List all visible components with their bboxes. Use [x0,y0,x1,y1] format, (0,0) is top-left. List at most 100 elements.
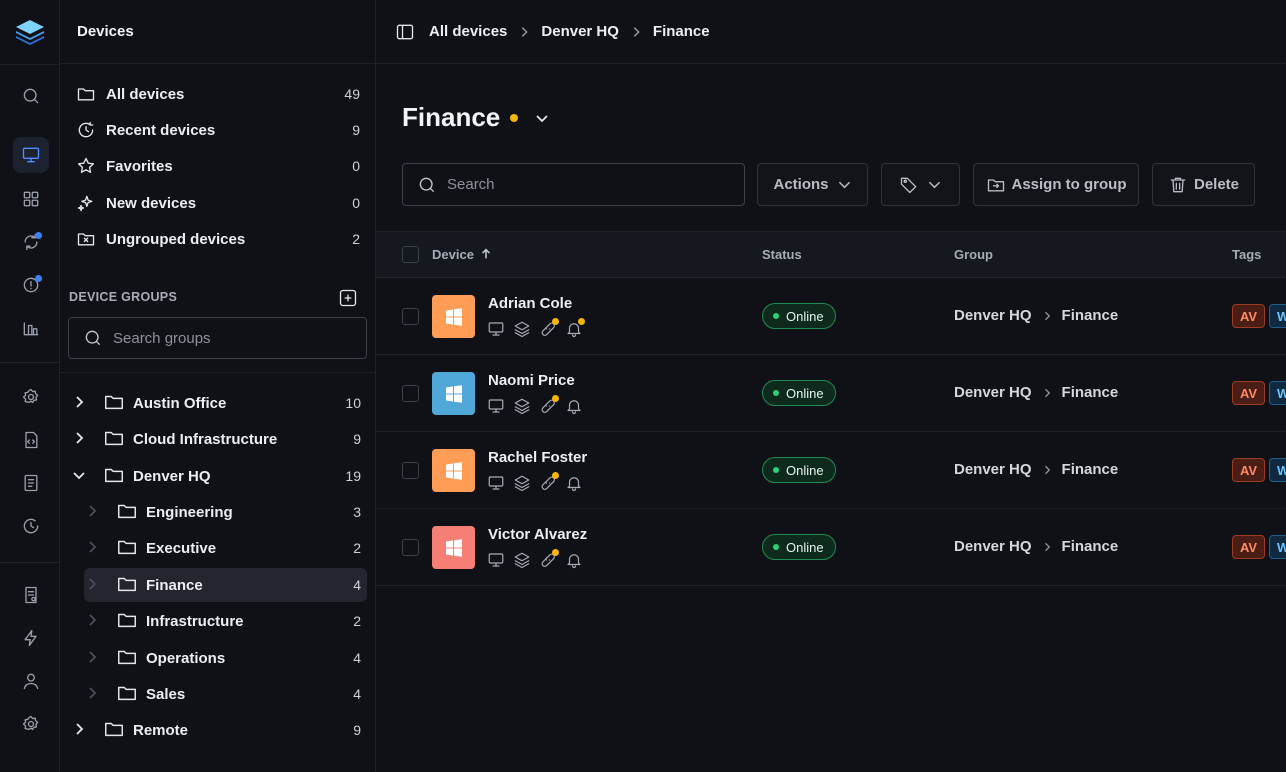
layers-icon [513,320,531,338]
report-icon[interactable] [13,577,49,613]
tag-badge[interactable]: AV [1232,381,1266,405]
column-tags[interactable]: Tags [1232,247,1261,262]
group-parent[interactable]: Denver HQ [954,384,1032,401]
actions-button[interactable]: Actions [757,163,868,206]
table-row[interactable]: Adrian Cole Online Denver HQ Finance AV … [376,278,1286,355]
group-child[interactable]: Finance [1062,461,1119,478]
settings-gear-icon[interactable] [13,379,49,415]
group-operations[interactable]: Operations 4 [84,641,361,675]
tag-badge[interactable]: AV [1232,458,1266,482]
chevron-right-icon[interactable] [84,539,100,558]
user-icon[interactable] [13,663,49,699]
tag-badge[interactable]: W [1269,458,1286,482]
bolt-icon[interactable] [13,620,49,656]
device-name[interactable]: Naomi Price [488,372,575,389]
group-cloud-infrastructure[interactable]: Cloud Infrastructure 9 [71,422,361,456]
add-group-button[interactable] [338,288,358,308]
grid-icon[interactable] [13,181,49,217]
group-count: 19 [345,468,361,484]
nav-ungrouped-devices[interactable]: Ungrouped devices 2 [76,224,360,254]
group-child[interactable]: Finance [1062,538,1119,555]
tag-badge[interactable]: AV [1232,304,1266,328]
tag-badge[interactable]: W [1269,535,1286,559]
sidebar-toggle-icon[interactable] [395,22,415,42]
group-sales[interactable]: Sales 4 [84,677,361,711]
row-checkbox[interactable] [402,539,419,556]
group-label: Operations [146,649,226,667]
folder-icon [116,682,138,707]
table-row[interactable]: Rachel Foster Online Denver HQ Finance A… [376,432,1286,509]
group-child[interactable]: Finance [1062,307,1119,324]
row-checkbox[interactable] [402,462,419,479]
group-engineering[interactable]: Engineering 3 [84,495,361,529]
device-name[interactable]: Rachel Foster [488,449,587,466]
nav-all-devices[interactable]: All devices 49 [76,79,360,109]
layers-icon [513,474,531,492]
recent-icon [78,121,94,138]
document-icon[interactable] [13,465,49,501]
layers-icon [513,551,531,569]
chevron-right-icon[interactable] [84,649,100,668]
chevron-right-icon[interactable] [84,685,100,704]
nav-recent-devices[interactable]: Recent devices 9 [76,115,360,145]
sync-icon[interactable] [13,224,49,260]
chevron-right-icon[interactable] [71,721,87,740]
device-name[interactable]: Victor Alvarez [488,526,587,543]
chart-icon[interactable] [13,310,49,346]
group-parent[interactable]: Denver HQ [954,461,1032,478]
group-executive[interactable]: Executive 2 [84,531,361,565]
gear-icon[interactable] [13,706,49,742]
chevron-down-icon[interactable] [71,467,87,486]
select-all-checkbox[interactable] [402,246,419,263]
tag-badge[interactable]: AV [1232,535,1266,559]
column-device[interactable]: Device [432,247,474,262]
chevron-right-icon[interactable] [84,612,100,631]
group-child[interactable]: Finance [1062,384,1119,401]
chevron-down-icon[interactable] [534,110,550,126]
chevron-right-icon[interactable] [71,430,87,449]
sort-ascending-icon[interactable] [479,247,493,261]
device-name[interactable]: Adrian Cole [488,295,572,312]
table-row[interactable]: Victor Alvarez Online Denver HQ Finance … [376,509,1286,586]
tag-badge[interactable]: W [1269,304,1286,328]
chevron-right-icon[interactable] [71,394,87,413]
delete-button[interactable]: Delete [1152,163,1255,206]
group-parent[interactable]: Denver HQ [954,307,1032,324]
group-austin-office[interactable]: Austin Office 10 [71,386,361,420]
row-checkbox[interactable] [402,308,419,325]
group-finance[interactable]: Finance 4 [84,568,367,602]
nav-new-devices[interactable]: New devices 0 [76,188,360,218]
alert-icon[interactable] [13,267,49,303]
monitor-icon[interactable] [13,137,49,173]
nav-count: 49 [344,86,360,102]
chevron-right-icon[interactable] [84,576,100,595]
breadcrumb-all-devices[interactable]: All devices [429,23,507,40]
history-icon[interactable] [13,508,49,544]
search-groups-input[interactable]: Search groups [68,317,367,359]
device-group-path: Denver HQ Finance [954,307,1118,324]
column-status[interactable]: Status [762,247,802,262]
tag-badge[interactable]: W [1269,381,1286,405]
group-label: Executive [146,539,217,557]
chevron-right-icon[interactable] [84,503,100,522]
tag-filter-button[interactable] [881,163,960,206]
group-remote[interactable]: Remote 9 [71,713,361,747]
table-row[interactable]: Naomi Price Online Denver HQ Finance AV … [376,355,1286,432]
trash-icon [1170,177,1186,192]
star-icon [78,157,95,173]
group-denver-hq[interactable]: Denver HQ 19 [71,459,361,493]
row-checkbox[interactable] [402,385,419,402]
code-file-icon[interactable] [13,422,49,458]
status-label: Online [786,308,824,324]
search-icon[interactable] [13,78,49,114]
group-parent[interactable]: Denver HQ [954,538,1032,555]
nav-favorites[interactable]: Favorites 0 [76,151,360,181]
assign-to-group-button[interactable]: Assign to group [973,163,1139,206]
search-input[interactable]: Search [402,163,745,206]
group-label: Finance [146,576,203,594]
column-group[interactable]: Group [954,247,993,262]
folder-icon [77,88,95,101]
app-logo-icon[interactable] [14,18,46,46]
group-infrastructure[interactable]: Infrastructure 2 [84,604,361,638]
breadcrumb-denver-hq[interactable]: Denver HQ [541,23,619,40]
